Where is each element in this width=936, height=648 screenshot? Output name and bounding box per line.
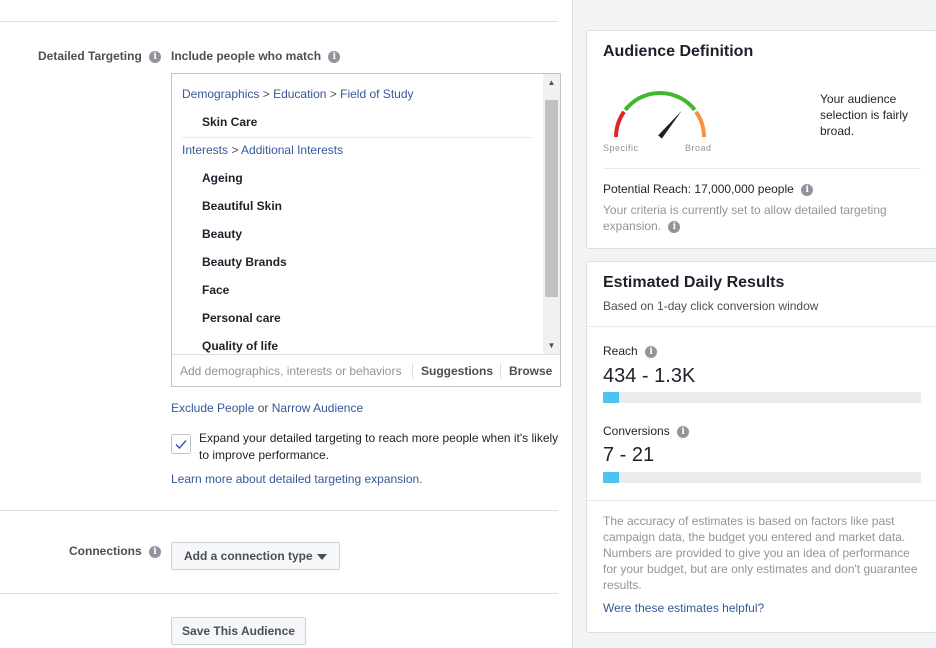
exclude-narrow-links: Exclude People or Narrow Audience [171, 401, 363, 415]
narrow-audience-link[interactable]: Narrow Audience [272, 401, 363, 415]
scrollbar[interactable]: ▲ ▼ [543, 74, 560, 354]
info-icon[interactable]: i [668, 221, 681, 233]
connections-text: Connections [69, 544, 142, 558]
checkmark-icon [175, 439, 187, 450]
reach-label: Reach i [603, 344, 658, 358]
reach-bar-fill [603, 392, 619, 403]
potential-reach: Potential Reach: 17,000,000 people i [603, 182, 814, 196]
targeting-list[interactable]: Demographics > Education > Field of Stud… [172, 74, 544, 354]
breadcrumb-demographics: Demographics > Education > Field of Stud… [182, 87, 414, 101]
detailed-targeting-text: Detailed Targeting [38, 49, 142, 63]
info-icon[interactable]: i [801, 184, 814, 196]
reach-label-text: Reach [603, 344, 638, 358]
audience-description: Your audience selection is fairly broad. [820, 92, 909, 138]
add-connection-label: Add a connection type [184, 549, 313, 563]
crumb-education[interactable]: Education [273, 87, 326, 101]
divider [0, 510, 558, 511]
criteria-note-text: Your criteria is currently set to allow … [603, 203, 887, 233]
estimates-disclaimer: The accuracy of estimates is based on fa… [603, 514, 918, 592]
conversions-value: 7 - 21 [603, 444, 655, 466]
include-text: Include people who match [171, 49, 322, 63]
exclude-people-link[interactable]: Exclude People [171, 401, 254, 415]
add-connection-button[interactable]: Add a connection type [171, 542, 340, 570]
scroll-up-icon[interactable]: ▲ [543, 74, 560, 91]
info-icon[interactable]: i [645, 346, 658, 358]
crumb-interests[interactable]: Interests [182, 143, 228, 157]
list-item[interactable]: Beauty [202, 227, 242, 241]
targeting-search-bar: Suggestions Browse [172, 354, 560, 386]
include-label: Include people who match i [171, 49, 341, 63]
divider [587, 500, 936, 501]
gauge-icon [614, 91, 706, 139]
breadcrumb-interests: Interests > Additional Interests [182, 143, 344, 157]
conversions-bar [603, 472, 921, 483]
scroll-thumb[interactable] [545, 100, 558, 297]
crumb-demographics[interactable]: Demographics [182, 87, 259, 101]
card-title: Audience Definition [603, 43, 754, 60]
expand-targeting-checkbox[interactable] [171, 434, 191, 454]
conversions-bar-fill [603, 472, 619, 483]
crumb-field-of-study[interactable]: Field of Study [340, 87, 413, 101]
targeting-panel: Detailed Targeting i Include people who … [0, 0, 572, 648]
suggestions-button[interactable]: Suggestions [412, 363, 493, 379]
browse-button[interactable]: Browse [500, 363, 552, 379]
info-icon[interactable]: i [149, 546, 162, 558]
list-item[interactable]: Quality of life [202, 339, 278, 353]
crumb-additional-interests[interactable]: Additional Interests [241, 143, 343, 157]
reach-bar [603, 392, 921, 403]
expand-targeting-text: Expand your detailed targeting to reach … [199, 431, 559, 462]
estimated-results-card: Estimated Daily Results Based on 1-day c… [586, 261, 936, 633]
divider [182, 137, 532, 138]
criteria-note: Your criteria is currently set to allow … [603, 202, 913, 234]
save-audience-button[interactable]: Save This Audience [171, 617, 306, 645]
potential-reach-text: Potential Reach: 17,000,000 people [603, 182, 794, 196]
targeting-search-input[interactable] [172, 355, 412, 386]
connections-label: Connections i [69, 544, 162, 558]
conversions-label-text: Conversions [603, 424, 670, 438]
info-icon[interactable]: i [149, 51, 162, 63]
scroll-down-icon[interactable]: ▼ [543, 337, 560, 354]
reach-value: 434 - 1.3K [603, 365, 696, 387]
sidebar: Audience Definition Specific Broad Your … [572, 0, 936, 648]
list-item[interactable]: Personal care [202, 311, 281, 325]
divider [0, 593, 558, 594]
info-icon[interactable]: i [677, 426, 690, 438]
or-text: or [257, 401, 269, 415]
list-item[interactable]: Beautiful Skin [202, 199, 282, 213]
divider [603, 168, 921, 169]
card-title: Estimated Daily Results [603, 274, 785, 291]
estimated-subtitle: Based on 1-day click conversion window [603, 299, 819, 313]
estimates-helpful-link[interactable]: Were these estimates helpful? [603, 601, 764, 615]
list-item[interactable]: Ageing [202, 171, 243, 185]
gauge-specific-label: Specific [603, 143, 639, 153]
divider [587, 326, 936, 327]
list-item[interactable]: Skin Care [202, 115, 257, 129]
gauge-broad-label: Broad [685, 143, 712, 153]
list-item[interactable]: Face [202, 283, 229, 297]
detailed-targeting-label: Detailed Targeting i [38, 49, 162, 63]
divider [0, 21, 558, 22]
conversions-label: Conversions i [603, 424, 690, 438]
learn-more-link[interactable]: Learn more about detailed targeting expa… [171, 472, 423, 486]
targeting-box: Demographics > Education > Field of Stud… [171, 73, 561, 387]
audience-definition-card: Audience Definition Specific Broad Your … [586, 30, 936, 249]
caret-down-icon [317, 554, 327, 560]
list-item[interactable]: Beauty Brands [202, 255, 287, 269]
info-icon[interactable]: i [328, 51, 341, 63]
